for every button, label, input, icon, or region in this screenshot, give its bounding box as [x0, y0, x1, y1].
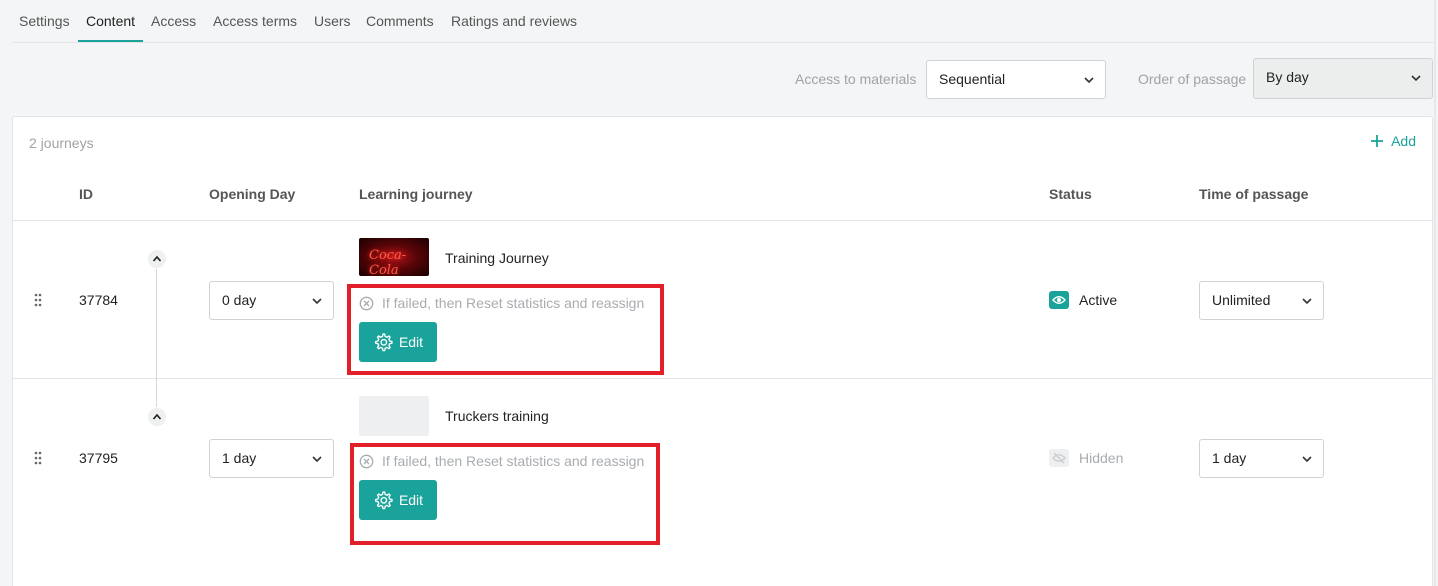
journey-thumbnail: Coca-Cola — [359, 238, 429, 276]
journey-thumbnail — [359, 396, 429, 436]
journey-name[interactable]: Training Journey — [445, 250, 549, 266]
plus-icon — [1371, 135, 1384, 147]
tab-content[interactable]: Content — [86, 13, 135, 29]
access-to-materials-select[interactable]: Sequential — [926, 60, 1106, 99]
opening-day-value: 0 day — [222, 292, 257, 308]
opening-day-select[interactable]: 1 day — [209, 439, 334, 478]
move-up-button[interactable] — [148, 408, 166, 426]
column-header-learning-journey: Learning journey — [359, 186, 473, 202]
status-indicator[interactable]: Active — [1049, 291, 1117, 309]
tab-access[interactable]: Access — [151, 13, 196, 29]
status-label: Active — [1079, 292, 1118, 308]
journeys-count: 2 journeys — [29, 135, 94, 151]
highlight-box — [350, 443, 660, 545]
opening-day-select[interactable]: 0 day — [209, 281, 334, 320]
chevron-down-icon — [1302, 298, 1312, 305]
opening-day-value: 1 day — [222, 450, 257, 466]
time-of-passage-value: Unlimited — [1212, 292, 1271, 308]
tab-ratings-and-reviews[interactable]: Ratings and reviews — [451, 13, 577, 29]
drag-handle-icon[interactable] — [33, 293, 43, 307]
column-header-id: ID — [79, 186, 93, 202]
add-button[interactable]: Add — [1370, 133, 1416, 149]
active-tab-indicator — [78, 40, 143, 42]
time-of-passage-select[interactable]: Unlimited — [1199, 281, 1324, 320]
journeys-card: 2 journeys Add ID Opening Day Learning j… — [12, 116, 1434, 586]
access-to-materials-label: Access to materials — [795, 71, 917, 87]
header-divider — [13, 220, 1434, 221]
chevron-down-icon — [312, 298, 322, 305]
time-of-passage-value: 1 day — [1212, 450, 1247, 466]
status-indicator[interactable]: Hidden — [1049, 449, 1123, 467]
status-label: Hidden — [1079, 450, 1124, 466]
chevron-up-icon — [152, 255, 162, 262]
access-to-materials-value: Sequential — [939, 71, 1006, 87]
tab-access-terms[interactable]: Access terms — [213, 13, 297, 29]
order-of-passage-label: Order of passage — [1138, 71, 1247, 87]
highlight-box — [347, 284, 664, 375]
add-label: Add — [1391, 133, 1416, 149]
tab-bar: Settings Content Access Access terms Use… — [12, 0, 1436, 43]
journey-name[interactable]: Truckers training — [445, 408, 549, 424]
move-up-button[interactable] — [148, 250, 166, 268]
order-of-passage-value: By day — [1266, 69, 1309, 85]
column-header-time-of-passage: Time of passage — [1199, 186, 1309, 202]
tab-settings[interactable]: Settings — [19, 13, 70, 29]
chevron-down-icon — [1084, 77, 1094, 84]
tab-comments[interactable]: Comments — [366, 13, 434, 29]
eye-off-icon — [1049, 449, 1069, 467]
time-of-passage-select[interactable]: 1 day — [1199, 439, 1324, 478]
chevron-down-icon — [1302, 456, 1312, 463]
row-divider — [13, 378, 1434, 379]
row-id: 37784 — [79, 292, 118, 308]
order-of-passage-select[interactable]: By day — [1253, 58, 1433, 99]
eye-icon — [1049, 291, 1069, 309]
column-header-opening-day: Opening Day — [209, 186, 296, 202]
chevron-down-icon — [312, 456, 322, 463]
chevron-up-icon — [152, 413, 162, 420]
drag-handle-icon[interactable] — [33, 451, 43, 465]
sequence-connector — [156, 269, 157, 407]
chevron-down-icon — [1411, 75, 1421, 82]
tab-users[interactable]: Users — [314, 13, 351, 29]
row-id: 37795 — [79, 450, 118, 466]
scrollbar-track[interactable] — [1434, 0, 1436, 586]
thumbnail-logo-text: Coca-Cola — [369, 248, 407, 276]
column-header-status: Status — [1049, 186, 1092, 202]
